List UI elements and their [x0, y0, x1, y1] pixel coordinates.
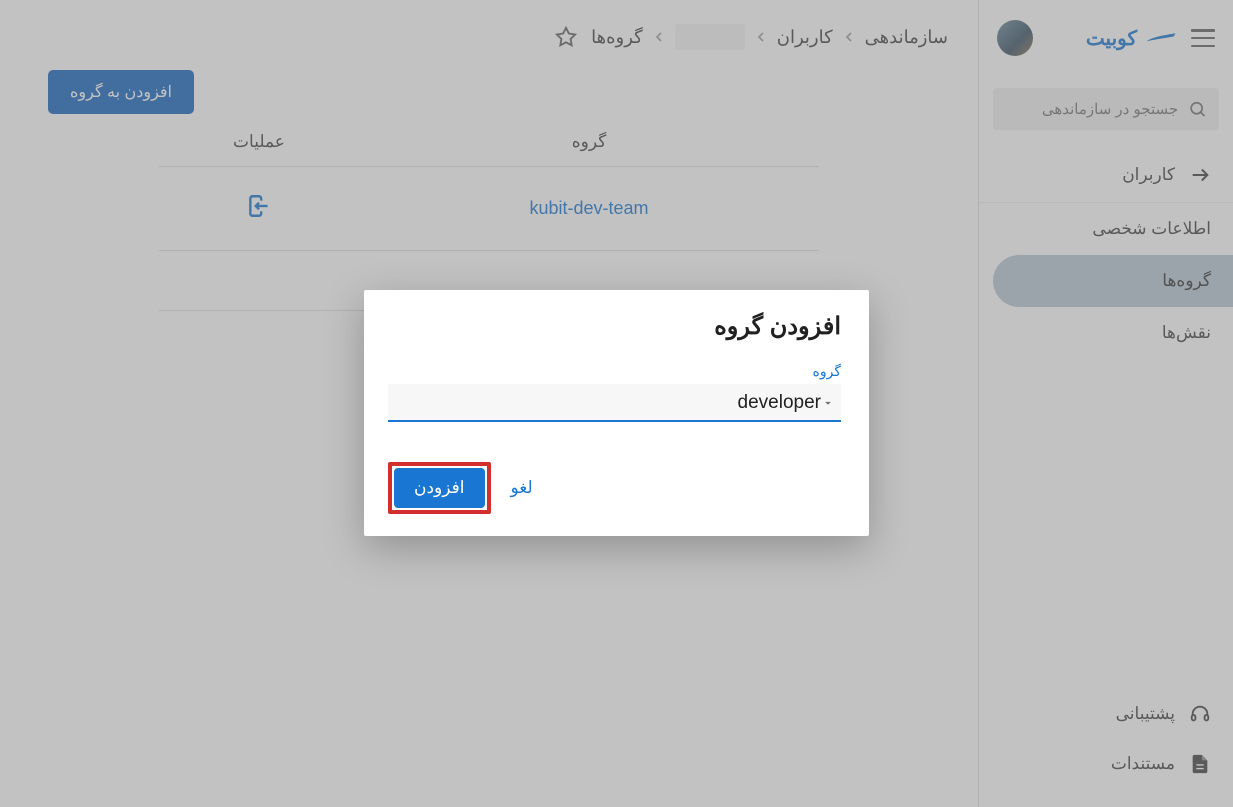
- caret-down-icon: [821, 396, 835, 410]
- dialog-title: افزودن گروه: [388, 312, 841, 341]
- add-group-dialog: افزودن گروه گروه افزودن لغو: [364, 290, 869, 536]
- group-field-label: گروه: [388, 363, 841, 380]
- group-select[interactable]: [388, 384, 841, 422]
- submit-button[interactable]: افزودن: [394, 468, 485, 508]
- group-select-input[interactable]: [394, 392, 821, 414]
- submit-highlight: افزودن: [388, 462, 491, 514]
- dialog-actions: افزودن لغو: [388, 462, 841, 514]
- cancel-button[interactable]: لغو: [511, 478, 533, 498]
- modal-overlay[interactable]: افزودن گروه گروه افزودن لغو: [0, 0, 1233, 807]
